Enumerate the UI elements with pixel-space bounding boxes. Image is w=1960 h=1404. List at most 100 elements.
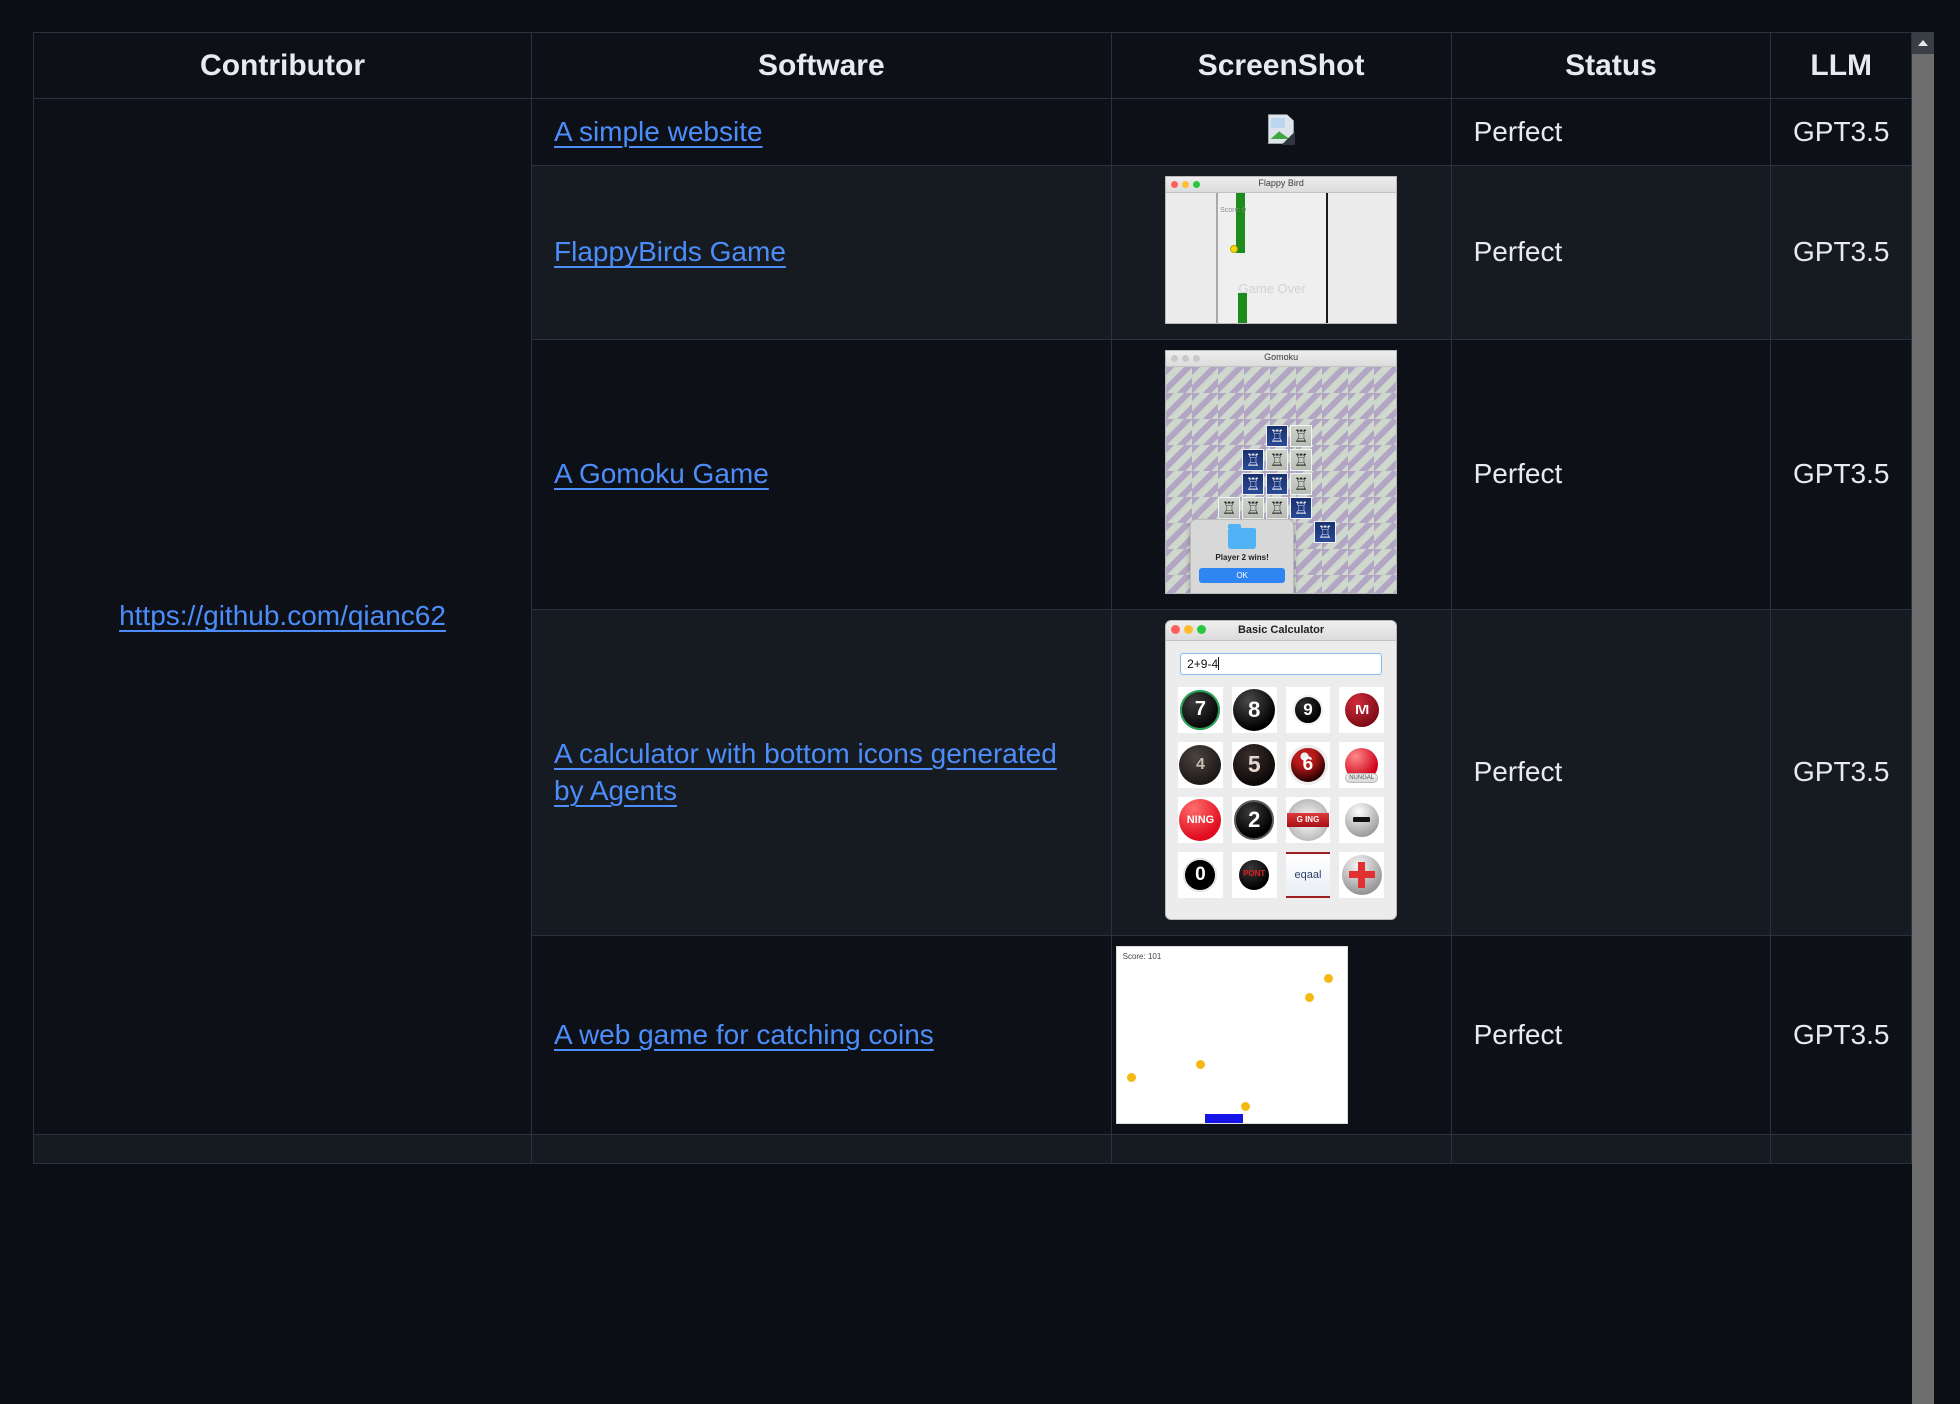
dialog-ok-button[interactable]: OK xyxy=(1199,567,1286,583)
key-label: 8 xyxy=(1233,688,1276,731)
coin-game-window[interactable]: Score: 101 xyxy=(1115,945,1348,1124)
chevron-up-icon xyxy=(1918,40,1928,46)
calc-key-3[interactable]: G ING xyxy=(1285,796,1331,843)
column-header-screenshot[interactable]: ScreenShot xyxy=(1110,32,1452,99)
llm-cell: GPT3.5 xyxy=(1770,98,1912,166)
board-piece-black: ♖ xyxy=(1266,448,1289,471)
scrollbar-thumb[interactable] xyxy=(1912,54,1934,1404)
game-over-label: Game Over xyxy=(1238,280,1306,296)
header-row: Contributor Software ScreenShot Status L… xyxy=(32,32,1912,99)
status-cell xyxy=(1450,1133,1772,1164)
software-cell xyxy=(531,1133,1112,1164)
board-piece-black: ♖ xyxy=(1242,496,1265,519)
key-label: 2 xyxy=(1234,799,1275,840)
score-label: Score: 0 xyxy=(1220,206,1247,214)
key-label: IVI xyxy=(1344,692,1379,727)
calc-key-plus[interactable] xyxy=(1339,851,1385,898)
display-value: 2+9-4 xyxy=(1187,656,1219,671)
software-link[interactable]: A simple website xyxy=(554,116,763,147)
calc-key-divide[interactable]: NUNGAL xyxy=(1339,741,1385,788)
table-body: https://github.com/qianc62 A simple webs… xyxy=(32,98,1912,1164)
win-dialog[interactable]: Player 2 wins! OK xyxy=(1190,518,1295,593)
calc-key-clear[interactable]: NING xyxy=(1178,796,1223,843)
pipe-top xyxy=(1236,192,1246,253)
paddle[interactable] xyxy=(1204,1113,1243,1123)
window-titlebar: Flappy Bird xyxy=(1166,176,1397,193)
calc-key-4[interactable]: 4 xyxy=(1178,741,1223,788)
calc-key-9[interactable]: 9 xyxy=(1285,686,1331,733)
table-header: Contributor Software ScreenShot Status L… xyxy=(32,32,1912,99)
coin-sprite xyxy=(1304,992,1314,1002)
board-piece-black: ♖ xyxy=(1290,424,1313,447)
contributor-link[interactable]: https://github.com/qianc62 xyxy=(119,600,446,631)
column-header-contributor[interactable]: Contributor xyxy=(32,32,533,99)
llm-cell: GPT3.5 xyxy=(1770,934,1912,1135)
key-label: 5 xyxy=(1233,743,1276,786)
key-label: PONT xyxy=(1243,868,1266,878)
key-label: 0 xyxy=(1183,857,1218,892)
software-link[interactable]: A web game for catching coins xyxy=(554,1019,934,1050)
calculator-keypad: 7 8 9 IVI 4 5 6 NUNGAL NING 2 G ING 0 PO… xyxy=(1178,686,1385,898)
contributor-cell: https://github.com/qianc62 xyxy=(32,98,533,1135)
key-label: G ING xyxy=(1286,812,1329,827)
calc-key-6[interactable]: 6 xyxy=(1285,741,1331,788)
screenshot-cell xyxy=(1110,1133,1452,1164)
key-label: 9 xyxy=(1292,694,1323,725)
window-title: Basic Calculator xyxy=(1237,623,1325,636)
board-piece-white: ♖ xyxy=(1314,520,1337,543)
calc-key-point[interactable]: PONT xyxy=(1231,851,1277,898)
calc-key-multiply[interactable]: IVI xyxy=(1339,686,1385,733)
llm-cell xyxy=(1770,1133,1912,1164)
software-link[interactable]: A calculator with bottom icons generated… xyxy=(554,738,1057,807)
software-link[interactable]: A Gomoku Game xyxy=(554,458,769,489)
calc-key-5[interactable]: 5 xyxy=(1231,741,1277,788)
board-piece-white: ♖ xyxy=(1242,448,1265,471)
calculator-display[interactable]: 2+9-4 xyxy=(1180,652,1383,675)
calculator-window[interactable]: Basic Calculator 2+9-4 7 8 9 IVI 4 5 6 N… xyxy=(1165,619,1398,920)
calc-key-0[interactable]: 0 xyxy=(1178,851,1223,898)
calc-key-7[interactable]: 7 xyxy=(1178,686,1223,733)
board-piece-white: ♖ xyxy=(1290,496,1313,519)
key-glyph: G ING xyxy=(1286,798,1329,841)
contributions-table: Contributor Software ScreenShot Status L… xyxy=(32,32,1912,1164)
board-piece-white: ♖ xyxy=(1266,472,1289,495)
window-title: Gomoku xyxy=(1264,351,1299,362)
scroll-up-button[interactable] xyxy=(1912,32,1934,54)
gomoku-board[interactable]: ♖ ♖ ♖ ♖ ♖ ♖ ♖ ♖ ♖ ♖ ♖ ♖ ♖ Player 2 wins!… xyxy=(1166,366,1397,593)
coin-sprite xyxy=(1240,1101,1250,1111)
column-header-software[interactable]: Software xyxy=(531,32,1112,99)
status-cell: Perfect xyxy=(1450,934,1772,1135)
calc-key-2[interactable]: 2 xyxy=(1231,796,1277,843)
status-cell: Perfect xyxy=(1450,338,1772,610)
calc-key-equals[interactable]: eqaal xyxy=(1285,851,1331,898)
page-root: Contributor Software ScreenShot Status L… xyxy=(0,0,1960,1404)
key-label: NUNGAL xyxy=(1345,772,1379,783)
vertical-scrollbar[interactable] xyxy=(1912,32,1934,1404)
software-cell: A calculator with bottom icons generated… xyxy=(531,608,1112,936)
table-row: https://github.com/qianc62 A simple webs… xyxy=(32,98,1912,1135)
coin-sprite xyxy=(1323,973,1333,983)
screenshot-cell xyxy=(1110,98,1452,166)
llm-cell: GPT3.5 xyxy=(1770,164,1912,340)
calc-key-8[interactable]: 8 xyxy=(1231,686,1277,733)
key-label: NING xyxy=(1179,798,1222,841)
board-piece-white: ♖ xyxy=(1266,424,1289,447)
status-cell: Perfect xyxy=(1450,608,1772,936)
bird-sprite xyxy=(1230,244,1239,253)
llm-cell: GPT3.5 xyxy=(1770,338,1912,610)
key-label: 4 xyxy=(1179,744,1222,785)
gomoku-window[interactable]: Gomoku ♖ ♖ ♖ ♖ ♖ ♖ ♖ ♖ ♖ ♖ ♖ ♖ ♖ Player … xyxy=(1165,349,1398,594)
window-titlebar: Basic Calculator xyxy=(1166,620,1397,641)
software-cell: A web game for catching coins xyxy=(531,934,1112,1135)
key-label: eqaal xyxy=(1285,851,1331,898)
screenshot-cell: Score: 101 xyxy=(1110,934,1452,1135)
board-piece-black: ♖ xyxy=(1290,448,1313,471)
flappy-bird-window[interactable]: Flappy Bird Score: 0 Game Over xyxy=(1165,175,1398,324)
software-cell: A simple website xyxy=(531,98,1112,166)
column-header-status[interactable]: Status xyxy=(1450,32,1772,99)
column-header-llm[interactable]: LLM xyxy=(1770,32,1912,99)
software-link[interactable]: FlappyBirds Game xyxy=(554,236,786,267)
folder-icon xyxy=(1228,523,1257,549)
calc-key-minus[interactable] xyxy=(1339,796,1385,843)
coin-sprite xyxy=(1195,1059,1205,1069)
